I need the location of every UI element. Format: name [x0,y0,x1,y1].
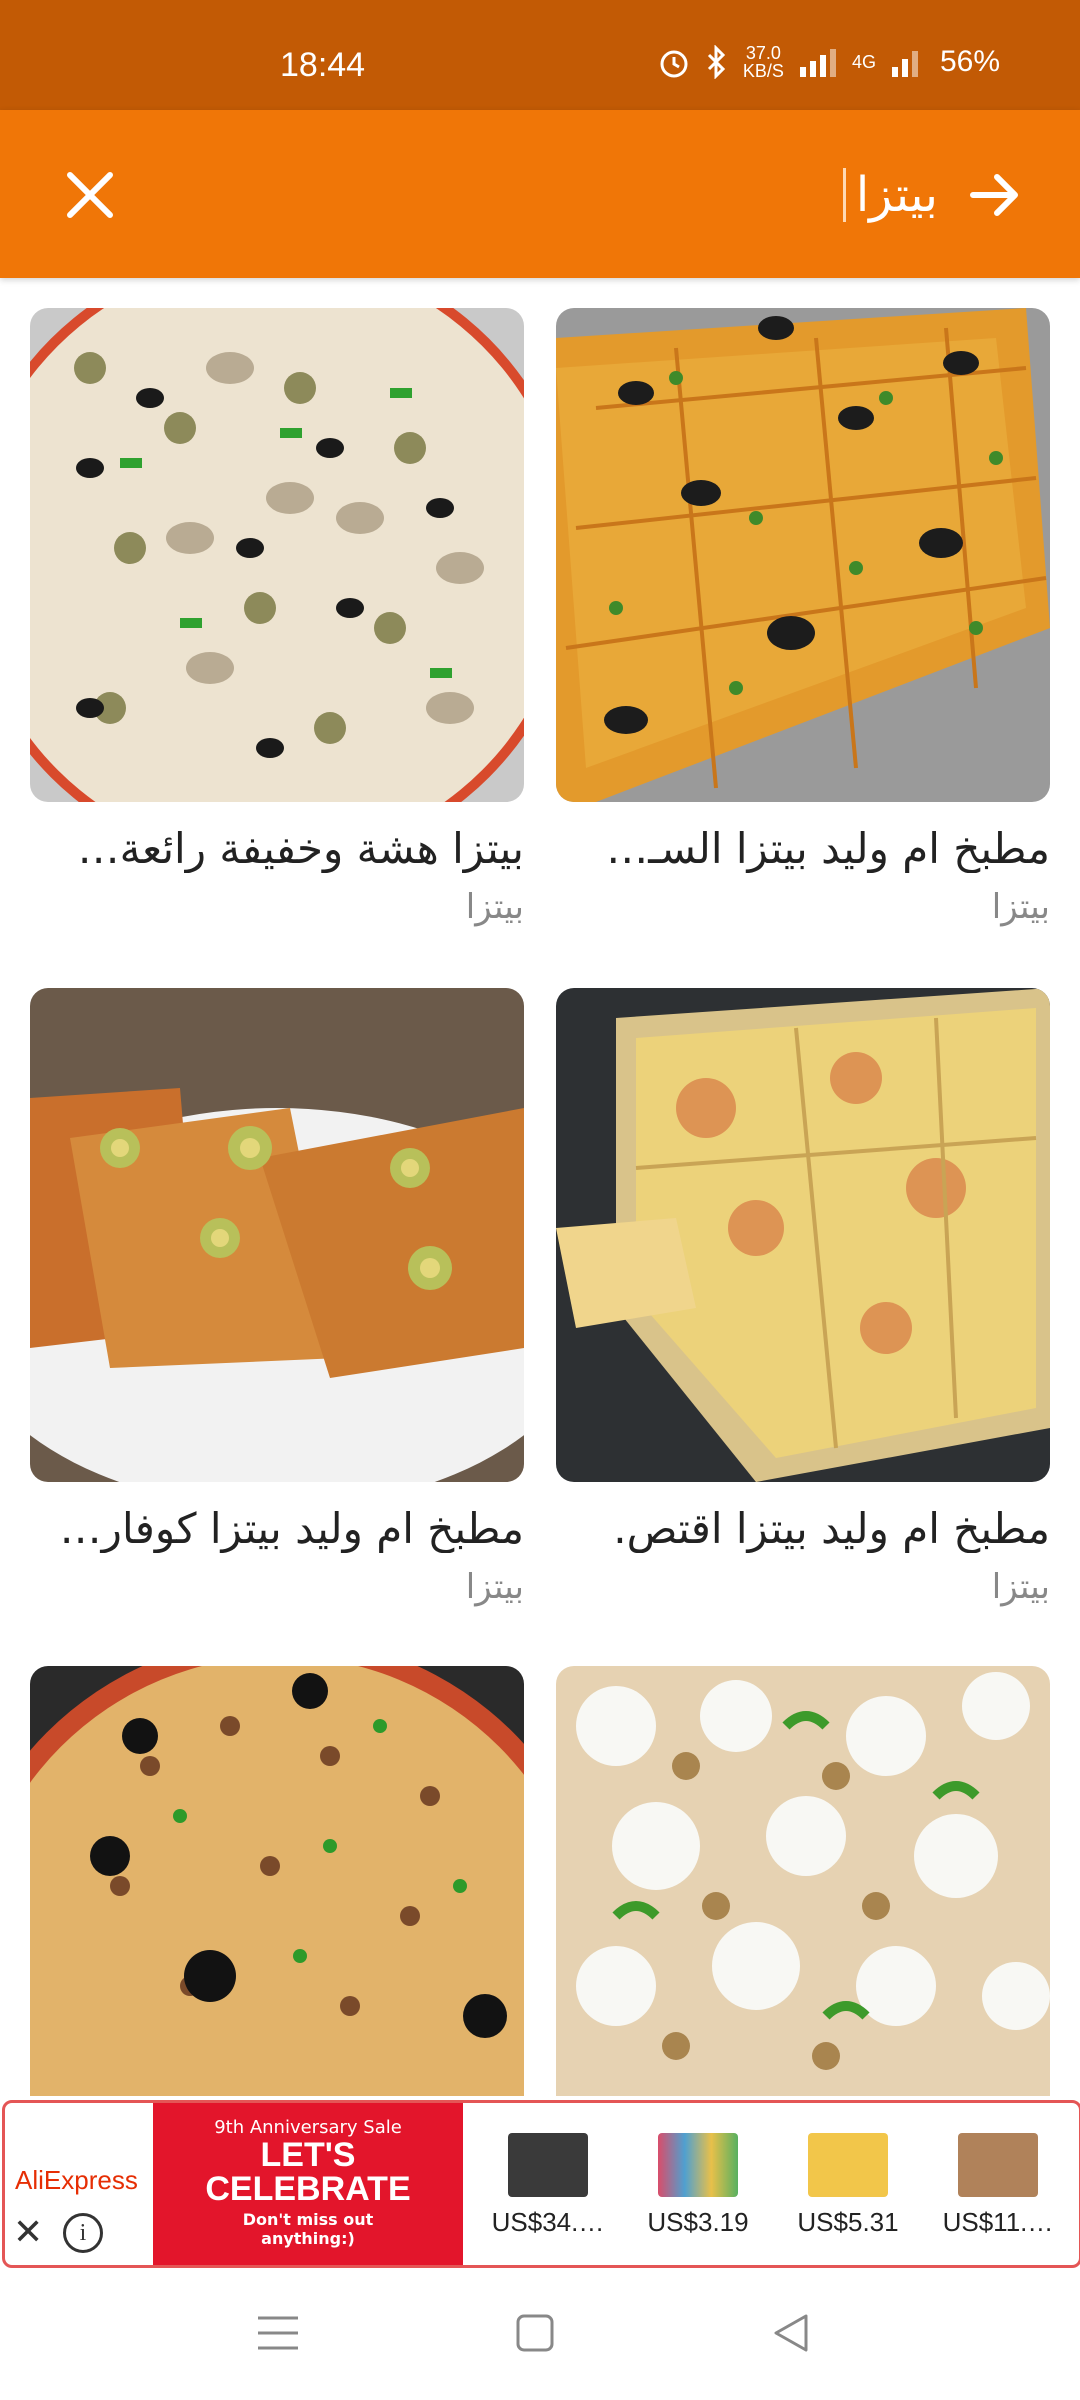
network-type: 4G [851,51,876,72]
product-price: US$5.31 [797,2207,899,2237]
recipe-card[interactable] [30,1666,524,2096]
ad-close-icon[interactable]: ✕ [13,2212,43,2253]
close-icon[interactable] [60,165,120,225]
net-speed: 37.0 KB/S [743,44,784,80]
menu-icon[interactable] [248,2308,308,2358]
recipe-category: بيتزا [991,1567,1050,1607]
signal-2-icon [891,51,918,77]
search-header [0,110,1080,278]
recipe-category: بيتزا [465,1567,524,1607]
status-bar: 18:44 37.0 KB/S 4G 56% [0,0,1080,110]
recipe-title[interactable]: مطبخ ام وليد بيتزا اقتص. [556,1504,1050,1553]
recipe-category: بيتزا [991,887,1050,927]
recipe-card[interactable]: مطبخ ام وليد بيتزا السـ… بيتزا [556,308,1050,927]
ad-product[interactable]: US$34.… [483,2133,613,2238]
product-price: US$34.… [491,2207,605,2237]
recipe-category: بيتزا [465,887,524,927]
search-input[interactable] [236,166,940,224]
system-nav-bar [0,2268,1080,2400]
recipe-image-stuffed-pizza[interactable] [30,988,524,1482]
net-speed-value: 37.0 [745,43,781,63]
product-price: US$11.… [942,2207,1054,2237]
ad-brand[interactable]: AliExpress [15,2165,138,2196]
product-image [658,2133,738,2197]
ad-product[interactable]: US$5.31 [783,2133,913,2238]
text-cursor [843,168,846,222]
battery-level: 56% [939,45,1000,78]
recipe-card[interactable]: مطبخ ام وليد بيتزا كوفار… بيتزا [30,988,524,1607]
recipe-card[interactable] [556,1666,1050,2096]
net-speed-unit: KB/S [742,61,784,81]
recipe-image-mushroom-pizza[interactable] [30,308,524,802]
recipe-card[interactable]: مطبخ ام وليد بيتزا اقتص. بيتزا [556,988,1050,1607]
ad-promo-banner[interactable]: 9th Anniversary Sale LET'S CELEBRATE Don… [153,2103,463,2265]
product-image [958,2133,1038,2197]
status-icons: 37.0 KB/S 4G 56% [657,44,1000,80]
recipe-image-white-pizza[interactable] [556,1666,1050,2096]
recipe-image-square-pizza[interactable] [556,308,1050,802]
product-image [508,2133,588,2197]
product-price: US$3.19 [647,2207,749,2237]
ad-product[interactable]: US$3.19 [633,2133,763,2238]
status-time: 18:44 [280,46,366,84]
recipe-title[interactable]: مطبخ ام وليد بيتزا كوفار… [30,1504,524,1553]
ad-banner-line1: 9th Anniversary Sale [214,2117,402,2138]
recipe-card[interactable]: بيتزا هشة وخفيفة رائعة… بيتزا [30,308,524,927]
search-field-wrapper [220,150,940,240]
ad-banner[interactable]: AliExpress 9th Anniversary Sale LET'S CE… [2,2100,1080,2268]
ad-product[interactable]: US$11.… [933,2133,1063,2238]
back-triangle-icon[interactable] [762,2308,822,2358]
ad-banner-line3a: Don't miss out [242,2210,374,2229]
home-square-icon[interactable] [505,2308,565,2358]
ad-banner-line3b: anything:) [261,2229,355,2248]
ad-banner-line2a: LET'S [260,2136,356,2174]
signal-icon [799,49,836,77]
bluetooth-icon [707,45,726,79]
arrow-right-icon[interactable] [965,165,1025,225]
recipe-title[interactable]: بيتزا هشة وخفيفة رائعة… [30,824,524,873]
product-image [808,2133,888,2197]
recipe-title[interactable]: مطبخ ام وليد بيتزا السـ… [556,824,1050,873]
ad-banner-line2b: CELEBRATE [205,2170,411,2208]
ad-info-icon[interactable]: i [63,2213,103,2253]
alarm-icon [660,50,688,78]
recipe-image-meat-pizza[interactable] [30,1666,524,2096]
recipe-image-sheet-pizza[interactable] [556,988,1050,1482]
